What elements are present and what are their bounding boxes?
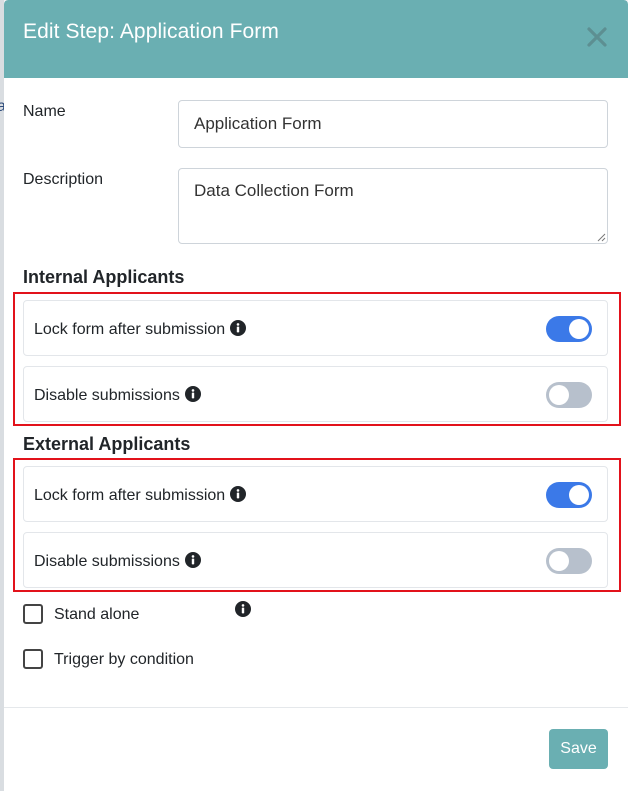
external-lock-setting: Lock form after submission bbox=[23, 466, 608, 522]
description-wrapper: Data Collection Form bbox=[178, 168, 608, 244]
internal-disable-toggle[interactable] bbox=[546, 382, 592, 408]
name-label: Name bbox=[23, 103, 66, 120]
toggle-knob bbox=[569, 319, 589, 339]
name-input[interactable] bbox=[178, 100, 608, 148]
info-icon[interactable] bbox=[184, 386, 201, 402]
internal-lock-setting: Lock form after submission bbox=[23, 300, 608, 356]
stand-alone-checkbox[interactable] bbox=[23, 604, 43, 624]
external-disable-label: Disable submissions bbox=[34, 553, 180, 570]
setting-label-wrap: Disable submissions bbox=[34, 552, 201, 571]
trigger-by-condition-checkbox[interactable] bbox=[23, 649, 43, 669]
internal-lock-label: Lock form after submission bbox=[34, 321, 226, 338]
info-icon[interactable] bbox=[230, 320, 247, 336]
internal-applicants-heading: Internal Applicants bbox=[23, 267, 185, 287]
setting-label-wrap: Lock form after submission bbox=[34, 486, 247, 505]
internal-lock-toggle[interactable] bbox=[546, 316, 592, 342]
external-lock-label: Lock form after submission bbox=[34, 487, 226, 504]
internal-disable-label: Disable submissions bbox=[34, 387, 180, 404]
setting-label-wrap: Lock form after submission bbox=[34, 320, 247, 339]
edit-step-modal: Edit Step: Application Form Name Descrip… bbox=[4, 0, 628, 791]
stand-alone-label: Stand alone bbox=[54, 606, 140, 623]
setting-label-wrap: Disable submissions bbox=[34, 386, 201, 405]
info-icon[interactable] bbox=[230, 486, 247, 502]
info-icon[interactable] bbox=[184, 552, 201, 568]
external-disable-toggle[interactable] bbox=[546, 548, 592, 574]
modal-header: Edit Step: Application Form bbox=[4, 0, 628, 78]
footer-divider bbox=[4, 707, 628, 708]
description-label: Description bbox=[23, 171, 104, 188]
toggle-knob bbox=[549, 385, 569, 405]
toggle-knob bbox=[549, 551, 569, 571]
trigger-by-condition-label: Trigger by condition bbox=[54, 651, 194, 668]
external-lock-toggle[interactable] bbox=[546, 482, 592, 508]
modal-title: Edit Step: Application Form bbox=[23, 20, 279, 43]
external-applicants-heading: External Applicants bbox=[23, 434, 191, 454]
external-disable-setting: Disable submissions bbox=[23, 532, 608, 588]
toggle-knob bbox=[569, 485, 589, 505]
close-icon bbox=[587, 27, 607, 47]
description-textarea[interactable]: Data Collection Form bbox=[178, 168, 608, 244]
internal-disable-setting: Disable submissions bbox=[23, 366, 608, 422]
resize-grip-icon[interactable] bbox=[597, 233, 606, 242]
close-button[interactable] bbox=[586, 26, 608, 48]
save-button[interactable]: Save bbox=[549, 729, 608, 769]
info-icon[interactable] bbox=[235, 601, 251, 617]
